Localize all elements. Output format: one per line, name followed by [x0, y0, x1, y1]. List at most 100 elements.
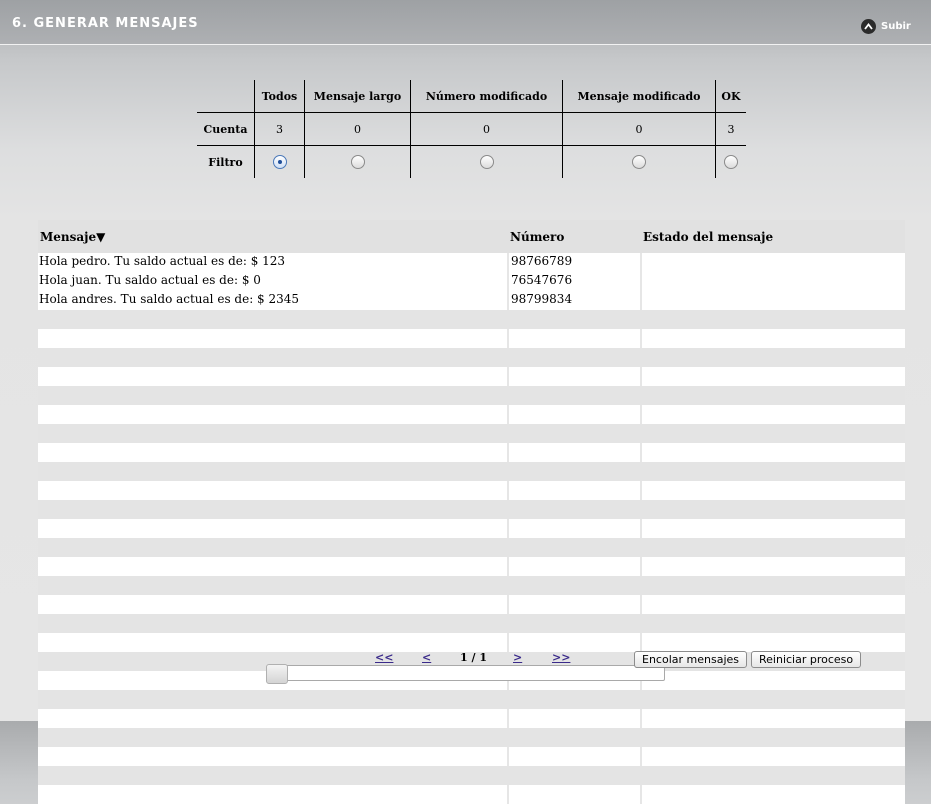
count-mensaje-modificado: 0 — [562, 112, 716, 146]
col-todos: Todos — [254, 80, 305, 113]
table-row: Hola andres. Tu saldo actual es de: $ 23… — [38, 291, 905, 310]
table-row — [38, 405, 905, 424]
table-row — [38, 614, 905, 633]
page-info: 1 / 1 — [460, 651, 487, 664]
filter-radio-todos[interactable] — [272, 155, 287, 169]
subir-link[interactable]: Subir — [861, 19, 911, 34]
table-row — [38, 747, 905, 766]
column-divider — [507, 785, 509, 804]
header-mensaje[interactable]: Mensaje▼ — [40, 230, 105, 244]
cell-estado — [643, 291, 905, 308]
pager-next-wrap: > — [513, 651, 522, 664]
summary-corner — [197, 80, 255, 113]
pager-info-wrap: 1 / 1 — [460, 651, 487, 664]
col-numero-modificado: Número modificado — [410, 80, 563, 113]
column-divider — [507, 709, 509, 728]
cell-mensaje: Hola andres. Tu saldo actual es de: $ 23… — [39, 292, 300, 306]
cell-numero: 76547676 — [511, 273, 573, 287]
col-mensaje-modificado: Mensaje modificado — [562, 80, 716, 113]
table-row — [38, 557, 905, 576]
grid-body: Hola pedro. Tu saldo actual es de: $ 123… — [38, 253, 905, 804]
scroll-slider-thumb[interactable] — [266, 664, 288, 684]
next-page-link[interactable]: > — [513, 651, 522, 664]
section-header: 6. GENERAR MENSAJES Subir — [0, 0, 931, 45]
table-row — [38, 709, 905, 728]
summary-table: Todos Mensaje largo Número modificado Me… — [197, 80, 746, 178]
column-divider — [640, 405, 642, 424]
encolar-mensajes-button[interactable]: Encolar mensajes — [634, 651, 747, 668]
reiniciar-proceso-button[interactable]: Reiniciar proceso — [751, 651, 862, 668]
column-divider — [507, 443, 509, 462]
table-row — [38, 633, 905, 652]
column-divider — [507, 747, 509, 766]
filter-label: Filtro — [208, 155, 243, 169]
header-numero[interactable]: Número — [510, 230, 564, 244]
table-row — [38, 386, 905, 405]
column-divider — [507, 557, 509, 576]
table-row — [38, 443, 905, 462]
column-divider — [507, 519, 509, 538]
column-divider — [640, 557, 642, 576]
column-divider — [507, 367, 509, 386]
table-row: Hola pedro. Tu saldo actual es de: $ 123… — [38, 253, 905, 272]
table-row — [38, 576, 905, 595]
col-mensaje-largo: Mensaje largo — [304, 80, 411, 113]
col-ok: OK — [715, 80, 746, 113]
header-mensaje-label: Mensaje — [40, 230, 97, 244]
filter-radio-mensaje-modificado[interactable] — [632, 155, 646, 169]
pager-last-wrap: >> — [552, 651, 570, 664]
cell-estado — [643, 272, 905, 289]
table-row: Hola juan. Tu saldo actual es de: $ 0 765… — [38, 272, 905, 291]
table-row — [38, 595, 905, 614]
table-row — [38, 481, 905, 500]
pager: << — [375, 651, 393, 664]
column-divider — [640, 709, 642, 728]
table-row — [38, 728, 905, 747]
column-divider — [640, 367, 642, 386]
table-row — [38, 519, 905, 538]
table-row — [38, 367, 905, 386]
count-label: Cuenta — [197, 112, 255, 146]
first-page-link[interactable]: << — [375, 651, 393, 664]
grid-header: Mensaje▼ Número Estado del mensaje — [38, 220, 905, 253]
column-divider — [507, 633, 509, 652]
table-row — [38, 329, 905, 348]
column-divider — [640, 633, 642, 652]
table-row — [38, 538, 905, 557]
pager-prev-wrap: < — [422, 651, 431, 664]
cell-numero: 98799834 — [511, 292, 573, 306]
section-title: 6. GENERAR MENSAJES — [12, 16, 199, 31]
column-divider — [640, 519, 642, 538]
table-row — [38, 766, 905, 785]
column-divider — [507, 329, 509, 348]
column-divider — [640, 785, 642, 804]
cell-mensaje: Hola juan. Tu saldo actual es de: $ 0 — [39, 273, 261, 287]
count-ok: 3 — [715, 112, 746, 146]
filter-radio-ok[interactable] — [724, 155, 738, 169]
column-divider — [640, 329, 642, 348]
table-row — [38, 690, 905, 709]
header-estado[interactable]: Estado del mensaje — [643, 230, 773, 244]
cell-mensaje: Hola pedro. Tu saldo actual es de: $ 123 — [39, 254, 286, 268]
scroll-slider-track[interactable] — [268, 665, 665, 681]
column-divider — [507, 481, 509, 500]
filter-radio-numero-modificado[interactable] — [479, 155, 494, 169]
cell-numero: 98766789 — [511, 254, 573, 268]
count-numero-modificado: 0 — [410, 112, 563, 146]
last-page-link[interactable]: >> — [552, 651, 570, 664]
chevron-up-icon — [861, 19, 876, 34]
filter-radio-mensaje-largo[interactable] — [350, 155, 365, 169]
count-mensaje-largo: 0 — [304, 112, 411, 146]
subir-label: Subir — [881, 21, 911, 32]
messages-grid: Mensaje▼ Número Estado del mensaje Hola … — [38, 220, 905, 804]
column-divider — [640, 481, 642, 500]
column-divider — [507, 595, 509, 614]
table-row — [38, 462, 905, 481]
count-todos: 3 — [254, 112, 305, 146]
cell-estado — [643, 253, 905, 270]
table-row — [38, 785, 905, 804]
sort-desc-icon: ▼ — [96, 230, 106, 244]
prev-page-link[interactable]: < — [422, 651, 431, 664]
table-row — [38, 310, 905, 329]
column-divider — [507, 405, 509, 424]
